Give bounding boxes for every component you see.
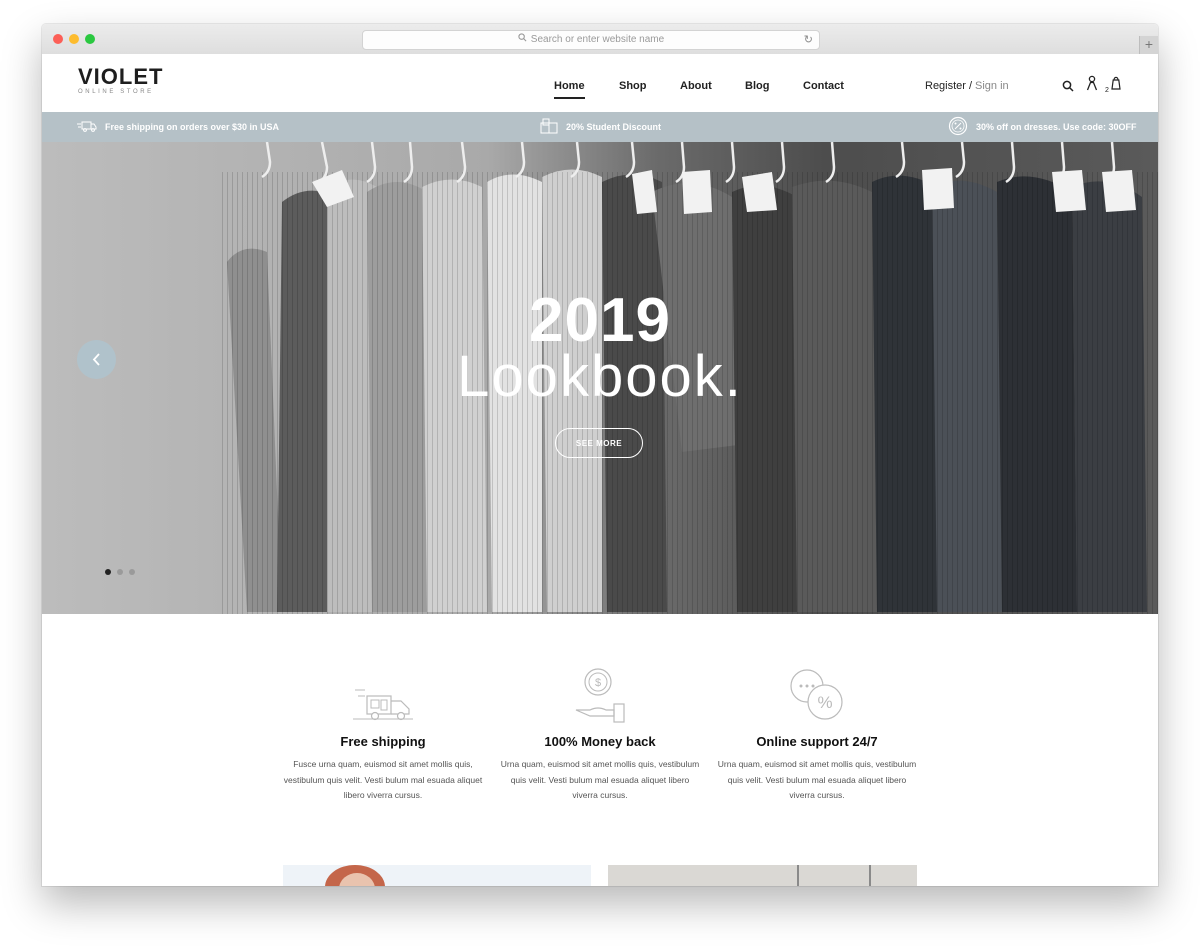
register-link[interactable]: Register	[925, 80, 966, 92]
svg-text:%: %	[817, 693, 832, 712]
nav-contact[interactable]: Contact	[803, 80, 844, 97]
promo-dresses: 30% off on dresses. Use code: 30OFF	[948, 112, 1137, 142]
logo-text: VIOLET	[78, 64, 164, 89]
promo-dresses-text: 30% off on dresses. Use code: 30OFF	[976, 122, 1137, 132]
slider-dot-2[interactable]	[117, 569, 123, 575]
new-tab-button[interactable]: +	[1139, 36, 1158, 54]
feature-title: 100% Money back	[544, 734, 656, 749]
nav-blog[interactable]: Blog	[745, 80, 769, 97]
feature-text: Urna quam, euismod sit amet mollis quis,…	[717, 759, 917, 800]
svg-text:$: $	[595, 677, 601, 689]
auth-links: Register / Sign in	[925, 80, 1009, 92]
feature-text: Fusce urna quam, euismod sit amet mollis…	[283, 759, 483, 800]
minimize-window-button[interactable]	[69, 34, 79, 44]
hero-slider: 2019 Lookbook. SEE MORE	[42, 142, 1158, 614]
model-photo	[325, 865, 385, 886]
address-bar[interactable]: Search or enter website name ↻	[362, 30, 820, 50]
nav-home[interactable]: Home	[554, 80, 585, 99]
product-photo	[608, 865, 917, 886]
browser-toolbar: Search or enter website name ↻ +	[42, 24, 1158, 55]
promo-shipping: Free shipping on orders over $30 in USA	[77, 112, 279, 142]
logo[interactable]: VIOLET ONLINE STORE	[78, 64, 164, 96]
close-window-button[interactable]	[53, 34, 63, 44]
search-icon	[518, 31, 527, 49]
feature-free-shipping: Free shipping Fusce urna quam, euismod s…	[283, 664, 483, 804]
maximize-window-button[interactable]	[85, 34, 95, 44]
feature-online-support: % Online support 24/7 Urna quam, euismod…	[717, 664, 917, 804]
cart-count: 2	[1105, 87, 1109, 94]
slider-dot-1[interactable]	[105, 569, 111, 575]
nav-shop[interactable]: Shop	[619, 80, 647, 97]
nav-about[interactable]: About	[680, 80, 712, 97]
feature-title: Online support 24/7	[756, 734, 878, 749]
promo-student-text: 20% Student Discount	[566, 122, 662, 132]
promo-student: 20% Student Discount	[540, 112, 661, 142]
delivery-truck-icon	[77, 120, 105, 134]
hero-year: 2019	[529, 286, 671, 355]
promo-shipping-text: Free shipping on orders over $30 in USA	[105, 122, 280, 132]
feature-text: Urna quam, euismod sit amet mollis quis,…	[500, 759, 700, 800]
percent-badge-icon	[948, 116, 976, 138]
promo-bar: Free shipping on orders over $30 in USA …	[42, 112, 1158, 142]
signin-link[interactable]: Sign in	[975, 80, 1009, 92]
hero-title: Lookbook.	[457, 344, 743, 409]
slider-dot-3[interactable]	[129, 569, 135, 575]
gift-icon	[540, 118, 566, 136]
feature-title: Free shipping	[340, 734, 426, 749]
category-thumbnail-women[interactable]	[283, 865, 591, 886]
category-thumbnail-accessories[interactable]	[608, 865, 917, 886]
money-hand-icon: $	[500, 664, 700, 724]
site-header: VIOLET ONLINE STORE Home Shop About Blog…	[42, 54, 1158, 112]
feature-money-back: $ 100% Money back Urna quam, euismod sit…	[500, 664, 700, 804]
search-icon[interactable]	[1062, 79, 1074, 97]
reload-icon[interactable]: ↻	[804, 31, 813, 49]
cart-bag-icon[interactable]	[1110, 75, 1122, 95]
logo-subtitle: ONLINE STORE	[78, 89, 154, 95]
see-more-button[interactable]: SEE MORE	[555, 428, 643, 458]
auth-separator: /	[968, 80, 973, 92]
support-chat-icon: %	[717, 664, 917, 724]
browser-window: Search or enter website name ↻ + VIOLET …	[42, 24, 1158, 886]
delivery-truck-icon	[283, 664, 483, 724]
user-icon[interactable]	[1086, 75, 1098, 96]
address-placeholder: Search or enter website name	[530, 34, 665, 45]
